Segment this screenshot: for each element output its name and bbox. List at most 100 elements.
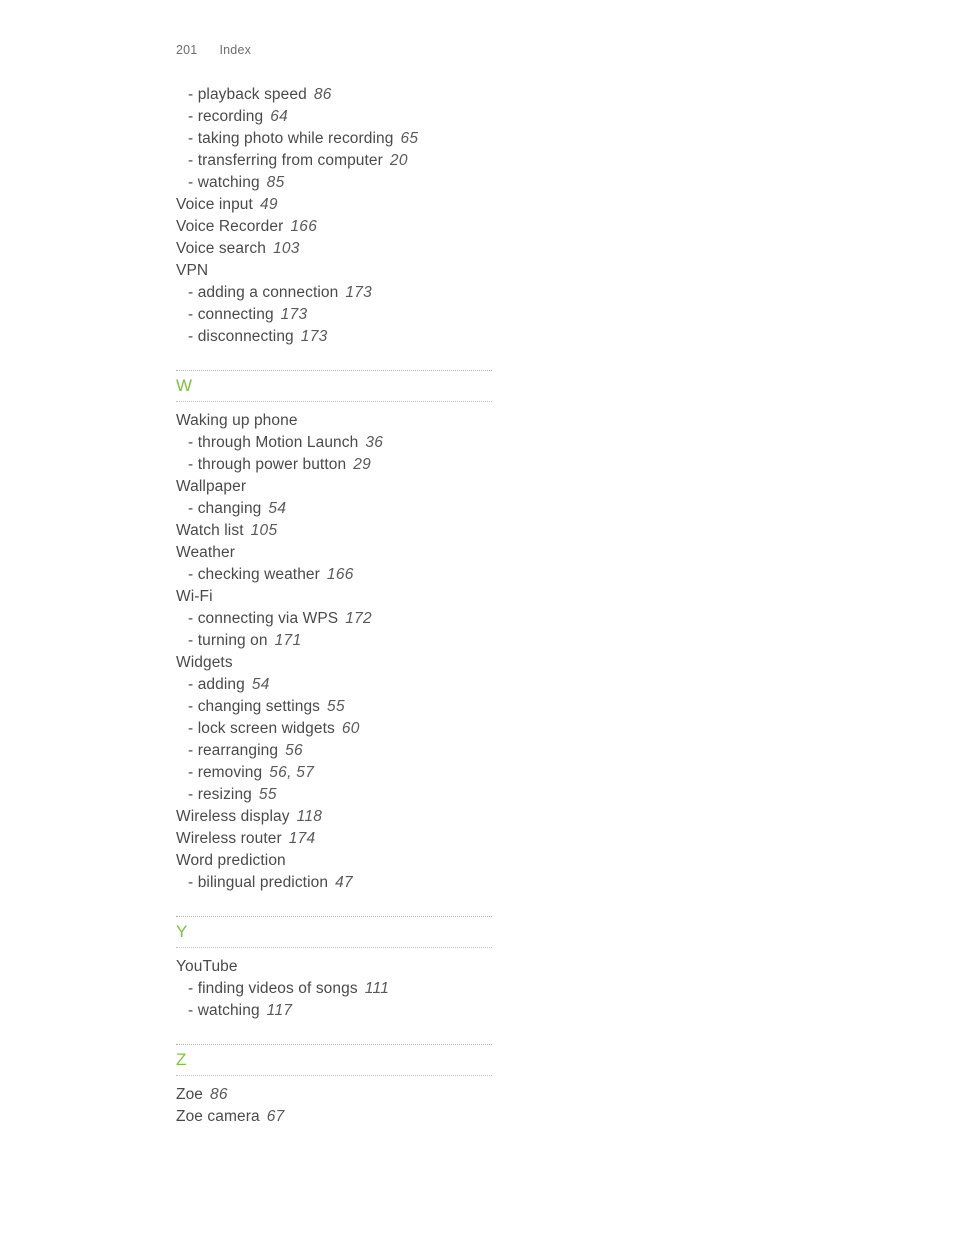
index-entry-label: through Motion Launch [197,434,359,451]
index-entry-pages: 172 [345,610,372,627]
index-subentry: - finding videos of songs 111 [176,978,492,1000]
index-entry-pages: 86 [313,86,332,103]
index-subentry: - transferring from computer 20 [176,150,492,172]
subentry-dash: - [188,456,194,473]
index-subentry: - through Motion Launch 36 [176,432,492,454]
index-subentry: - turning on 171 [176,630,492,652]
subentry-dash: - [188,610,194,627]
index-entry-label: YouTube [176,958,238,975]
index-entry-pages: 47 [335,874,353,891]
index-subentry: - rearranging 56 [176,740,492,762]
index-entry-label: Weather [176,544,235,561]
index-entry-pages: 65 [400,130,419,147]
index-entry-pages: 20 [389,152,408,169]
index-subentry: - resizing 55 [176,784,492,806]
index-entry: Voice Recorder 166 [176,216,492,238]
index-entry: VPN [176,260,492,282]
index-subentry: - checking weather 166 [176,564,492,586]
index-subentry: - changing settings 55 [176,696,492,718]
index-entry-pages: 56, 57 [269,764,315,781]
index-entry-label: Voice Recorder [176,218,284,235]
index-subentry: - taking photo while recording 65 [176,128,492,150]
index-entry-pages: 86 [210,1086,228,1103]
subentry-dash: - [188,632,194,649]
index-entry-pages: 55 [258,786,277,803]
index-subentry: - connecting 173 [176,304,492,326]
index-entry-label: connecting via WPS [197,610,339,627]
index-subentry: - watching 117 [176,1000,492,1022]
index-entry-pages: 60 [341,720,360,737]
header-section-title: Index [219,43,252,57]
index-entry-label: watching [197,1002,260,1019]
subentry-dash: - [188,152,194,169]
index-entry-label: Wireless display [176,808,290,825]
subentry-dash: - [188,786,194,803]
index-entry-label: Watch list [176,522,244,539]
index-entry-label: finding videos of songs [197,980,358,997]
letter-heading: W [176,376,193,395]
index-entry-pages: 56 [285,742,303,759]
index-entry: Zoe camera 67 [176,1106,492,1128]
subentry-dash: - [188,86,194,103]
index-entry-label: taking photo while recording [197,130,394,147]
index-entry-label: adding [197,676,245,693]
index-entry-label: Wallpaper [176,478,247,495]
letter-rule-bottom [176,401,492,402]
index-entry-label: connecting [197,306,274,323]
index-entry-label: transferring from computer [197,152,383,169]
index-entry-label: Widgets [176,654,233,671]
subentry-dash: - [188,980,194,997]
index-entry: Wallpaper [176,476,492,498]
index-entry-pages: 171 [274,632,302,649]
index-entry-pages: 55 [327,698,345,715]
index-entry-label: Waking up phone [176,412,298,429]
index-entry: Wireless display 118 [176,806,492,828]
index-entry-pages: 29 [353,456,372,473]
index-entry-label: bilingual prediction [197,874,329,891]
index-entry-label: through power button [197,456,347,473]
index-entry-pages: 166 [326,566,354,583]
index-subentry: - through power button 29 [176,454,492,476]
index-subentry: - connecting via WPS 172 [176,608,492,630]
index-entry-pages: 54 [268,500,287,517]
subentry-dash: - [188,130,194,147]
index-subentry: - lock screen widgets 60 [176,718,492,740]
index-entry-pages: 166 [290,218,318,235]
index-entry: Zoe 86 [176,1084,492,1106]
letter-divider: W [176,370,492,402]
index-entry-label: VPN [176,262,209,279]
subentry-dash: - [188,328,194,345]
index-entry-label: resizing [197,786,252,803]
index-entry-pages: 36 [365,434,384,451]
subentry-dash: - [188,174,194,191]
index-entry-pages: 105 [250,522,278,539]
index-entry-pages: 85 [266,174,285,191]
index-entry-label: changing settings [197,698,321,715]
index-entry-label: disconnecting [197,328,294,345]
letter-heading: Y [176,922,188,941]
letter-divider: Y [176,916,492,948]
index-entry-label: Word prediction [176,852,286,869]
index-entry-label: recording [197,108,264,125]
index-subentry: - adding 54 [176,674,492,696]
subentry-dash: - [188,676,194,693]
index-entry-label: adding a connection [197,284,339,301]
subentry-dash: - [188,1002,194,1019]
index-entry-pages: 103 [272,240,300,257]
index-entry-list: - playback speed 86 - recording 64 - taking … [176,84,492,1128]
letter-rule-bottom [176,1075,492,1076]
index-entry-pages: 174 [288,830,316,847]
subentry-dash: - [188,306,194,323]
subentry-dash: - [188,108,194,125]
index-entry: Voice search 103 [176,238,492,260]
index-entry-label: turning on [197,632,268,649]
subentry-dash: - [188,284,194,301]
subentry-dash: - [188,434,194,451]
index-entry-label: rearranging [197,742,279,759]
subentry-dash: - [188,742,194,759]
index-entry: Widgets [176,652,492,674]
index-entry-label: Wireless router [176,830,282,847]
index-entry-label: Voice search [176,240,266,257]
index-entry-label: Zoe [176,1086,204,1103]
index-entry-pages: 118 [296,808,323,825]
